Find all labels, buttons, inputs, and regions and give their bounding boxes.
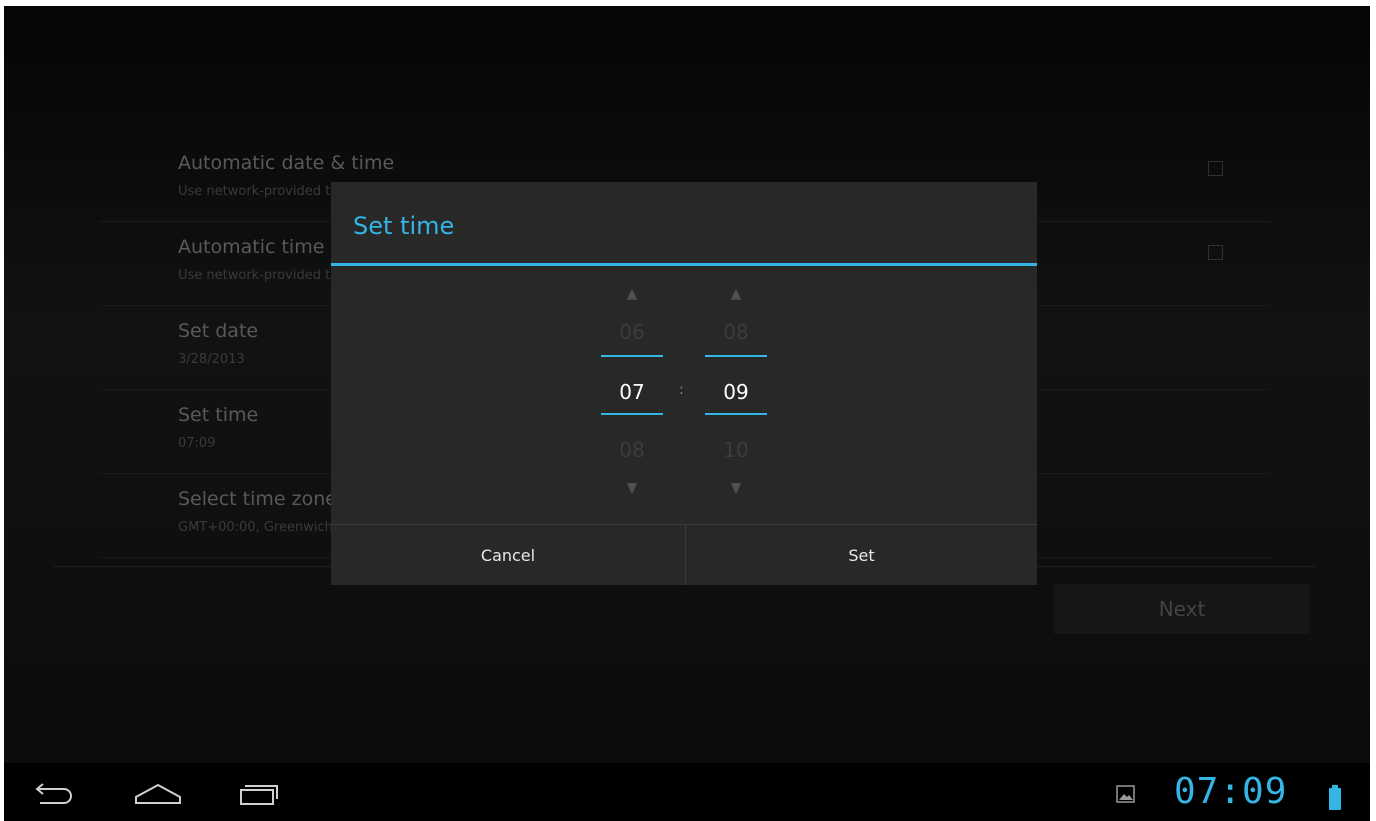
hour-increment-arrow-icon[interactable]: ▲: [601, 286, 663, 302]
setting-subtitle: 3/28/2013: [178, 352, 245, 367]
setting-title: Set time: [178, 404, 259, 426]
automatic-date-time-checkbox[interactable]: [1208, 161, 1223, 176]
cancel-button[interactable]: Cancel: [331, 525, 685, 585]
battery-icon: [1328, 785, 1342, 815]
gallery-notification-icon[interactable]: [1116, 784, 1136, 808]
set-button[interactable]: Set: [686, 525, 1037, 585]
minute-selection-bottom-line: [705, 413, 767, 415]
hour-next-value[interactable]: 08: [601, 438, 663, 462]
back-icon[interactable]: [24, 773, 84, 813]
hour-selection-top-line: [601, 355, 663, 357]
setting-title: Select time zone: [178, 488, 337, 510]
set-time-dialog: Set time ▲ 06 07 08 ▼ : ▲ 08 09 10 ▼ Can…: [331, 182, 1037, 585]
minute-increment-arrow-icon[interactable]: ▲: [705, 286, 767, 302]
setting-title: Automatic date & time: [178, 152, 395, 174]
minute-selection-top-line: [705, 355, 767, 357]
recent-apps-icon[interactable]: [232, 773, 292, 813]
screen: Automatic date & time Use network-provid…: [4, 6, 1370, 821]
hour-picker[interactable]: ▲ 06 07 08 ▼: [601, 268, 663, 524]
dialog-title: Set time: [353, 212, 455, 240]
system-bar: 07:09: [4, 763, 1370, 821]
setting-title: Set date: [178, 320, 259, 342]
home-icon[interactable]: [128, 773, 188, 813]
hour-decrement-arrow-icon[interactable]: ▼: [601, 480, 663, 496]
setting-subtitle: Use network-provided time: [178, 184, 355, 199]
automatic-time-zone-checkbox[interactable]: [1208, 245, 1223, 260]
minute-picker[interactable]: ▲ 08 09 10 ▼: [705, 268, 767, 524]
minute-decrement-arrow-icon[interactable]: ▼: [705, 480, 767, 496]
hour-prev-value[interactable]: 06: [601, 320, 663, 344]
minute-current-value[interactable]: 09: [705, 380, 767, 404]
setting-subtitle: 07:09: [178, 436, 216, 451]
minute-next-value[interactable]: 10: [705, 438, 767, 462]
time-separator: :: [679, 382, 684, 398]
hour-selection-bottom-line: [601, 413, 663, 415]
status-clock: 07:09: [1174, 771, 1288, 812]
next-button[interactable]: Next: [1054, 584, 1310, 634]
minute-prev-value[interactable]: 08: [705, 320, 767, 344]
dialog-title-divider: [331, 263, 1037, 266]
hour-current-value[interactable]: 07: [601, 380, 663, 404]
